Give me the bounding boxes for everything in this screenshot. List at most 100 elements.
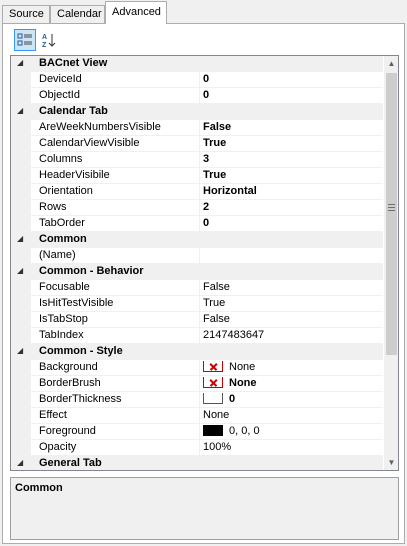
property-row[interactable]: Foreground 0, 0, 0 — [11, 424, 383, 440]
column-divider[interactable] — [199, 424, 200, 440]
property-row[interactable]: Focusable False — [11, 280, 383, 296]
property-value-text: None — [229, 361, 256, 373]
column-divider[interactable] — [199, 296, 200, 312]
property-row[interactable]: DeviceId 0 — [11, 72, 383, 88]
vertical-scrollbar[interactable]: ▲ ▼ — [384, 56, 398, 470]
collapse-arrow-icon[interactable]: ◢ — [17, 346, 27, 356]
property-value[interactable]: 2147483647 — [203, 329, 381, 344]
property-value[interactable]: True — [203, 169, 381, 184]
property-value[interactable] — [203, 249, 381, 264]
svg-text:Z: Z — [42, 42, 47, 48]
column-divider[interactable] — [199, 360, 200, 376]
property-value[interactable]: True — [203, 137, 381, 152]
collapse-arrow-icon[interactable]: ◢ — [17, 234, 27, 244]
property-row[interactable]: Effect None — [11, 408, 383, 424]
row-gutter — [11, 152, 31, 168]
column-divider[interactable] — [199, 216, 200, 232]
collapse-arrow-icon[interactable]: ◢ — [17, 58, 27, 68]
alphabetical-button[interactable]: A Z — [38, 29, 60, 51]
column-divider[interactable] — [199, 120, 200, 136]
property-value[interactable]: False — [203, 121, 381, 136]
property-value[interactable]: 0 — [203, 89, 381, 104]
collapse-arrow-icon[interactable]: ◢ — [17, 266, 27, 276]
column-divider[interactable] — [199, 440, 200, 456]
property-value[interactable]: False — [203, 281, 381, 296]
property-row[interactable]: BorderThickness 0 — [11, 392, 383, 408]
column-divider[interactable] — [199, 168, 200, 184]
category-name: General Tab — [39, 457, 102, 469]
property-value[interactable]: 0 — [203, 393, 381, 408]
collapse-arrow-icon[interactable]: ◢ — [17, 458, 27, 468]
property-value-text: None — [229, 377, 257, 389]
property-row[interactable]: (Name) — [11, 248, 383, 264]
tab-advanced[interactable]: Advanced — [105, 1, 167, 24]
property-row[interactable]: Rows 2 — [11, 200, 383, 216]
property-value[interactable]: None — [203, 409, 381, 424]
property-name: Columns — [39, 153, 83, 165]
property-value[interactable]: 100% — [203, 441, 381, 456]
property-value[interactable]: 0, 0, 0 — [203, 425, 381, 440]
property-row[interactable]: Opacity 100% — [11, 440, 383, 456]
category-row[interactable]: ◢ Common - Behavior — [11, 264, 383, 280]
property-value[interactable]: 0 — [203, 73, 381, 88]
property-value-text: 0, 0, 0 — [229, 425, 260, 437]
property-row[interactable]: AreWeekNumbersVisible False — [11, 120, 383, 136]
property-row[interactable]: CalendarViewVisible True — [11, 136, 383, 152]
row-gutter — [11, 248, 31, 264]
column-divider[interactable] — [199, 72, 200, 88]
property-value-text: 0 — [203, 89, 210, 101]
property-row[interactable]: Columns 3 — [11, 152, 383, 168]
category-row[interactable]: ◢ BACnet View — [11, 56, 383, 72]
property-row[interactable]: IsHitTestVisible True — [11, 296, 383, 312]
tab-calendar[interactable]: Calendar — [50, 5, 105, 24]
column-divider[interactable] — [199, 152, 200, 168]
category-name: Common - Style — [39, 345, 123, 357]
property-value-text: True — [203, 137, 227, 149]
property-name: Rows — [39, 201, 67, 213]
collapse-arrow-icon[interactable]: ◢ — [17, 106, 27, 116]
column-divider[interactable] — [199, 312, 200, 328]
property-value[interactable]: True — [203, 297, 381, 312]
property-row[interactable]: ObjectId 0 — [11, 88, 383, 104]
property-value[interactable]: 2 — [203, 201, 381, 216]
column-divider[interactable] — [199, 248, 200, 264]
property-name: DeviceId — [39, 73, 82, 85]
column-divider[interactable] — [199, 376, 200, 392]
column-divider[interactable] — [199, 408, 200, 424]
property-value[interactable]: 0 — [203, 217, 381, 232]
category-row[interactable]: ◢ Calendar Tab — [11, 104, 383, 120]
property-value[interactable]: False — [203, 313, 381, 328]
property-value[interactable]: 3 — [203, 153, 381, 168]
column-divider[interactable] — [199, 136, 200, 152]
property-row[interactable]: HeaderVisibile True — [11, 168, 383, 184]
scroll-up-button[interactable]: ▲ — [384, 56, 398, 71]
column-divider[interactable] — [199, 392, 200, 408]
category-row[interactable]: ◢ General Tab — [11, 456, 383, 470]
property-row[interactable]: TabOrder 0 — [11, 216, 383, 232]
column-divider[interactable] — [199, 280, 200, 296]
property-row[interactable]: Orientation Horizontal — [11, 184, 383, 200]
property-value[interactable]: None — [203, 377, 381, 392]
property-name: IsHitTestVisible — [39, 297, 114, 309]
row-gutter — [11, 392, 31, 408]
column-divider[interactable] — [199, 88, 200, 104]
description-title: Common — [15, 482, 63, 494]
property-row[interactable]: BorderBrush None — [11, 376, 383, 392]
column-divider[interactable] — [199, 184, 200, 200]
column-divider[interactable] — [199, 200, 200, 216]
row-gutter — [11, 424, 31, 440]
category-row[interactable]: ◢ Common — [11, 232, 383, 248]
scroll-down-button[interactable]: ▼ — [384, 455, 398, 470]
property-row[interactable]: Background None — [11, 360, 383, 376]
categorized-button[interactable] — [14, 29, 36, 51]
property-row[interactable]: IsTabStop False — [11, 312, 383, 328]
property-value[interactable]: Horizontal — [203, 185, 381, 200]
property-value[interactable]: None — [203, 361, 381, 376]
column-divider[interactable] — [199, 328, 200, 344]
row-gutter — [11, 312, 31, 328]
property-row[interactable]: TabIndex 2147483647 — [11, 328, 383, 344]
tab-source[interactable]: Source — [2, 5, 50, 24]
category-row[interactable]: ◢ Common - Style — [11, 344, 383, 360]
property-name: TabIndex — [39, 329, 84, 341]
scroll-thumb[interactable] — [386, 73, 397, 355]
